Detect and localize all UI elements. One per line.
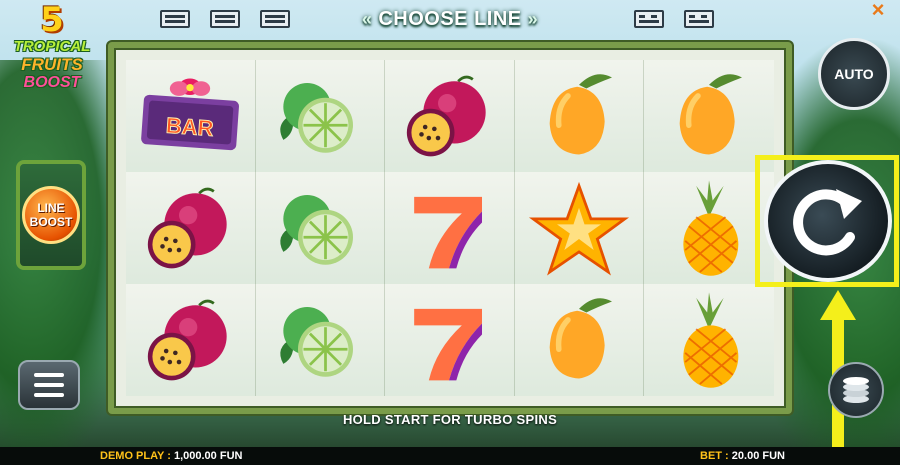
bar-symbol-icon: BAR bbox=[141, 77, 240, 150]
balance-value: 1,000.00 FUN bbox=[173, 450, 243, 462]
menu-button[interactable] bbox=[18, 360, 80, 410]
line-boost-badge: LINE BOOST bbox=[16, 160, 86, 270]
bar-symbol-label: BAR bbox=[165, 112, 214, 140]
reel-grid: BAR bbox=[126, 60, 774, 396]
seven-symbol-icon bbox=[414, 196, 483, 268]
pineapple-symbol-icon bbox=[683, 291, 739, 388]
coin-stack-icon bbox=[843, 377, 869, 403]
line-pattern-1-button[interactable] bbox=[160, 10, 190, 28]
line-pattern-2-button[interactable] bbox=[210, 10, 240, 28]
reel-frame: BAR bbox=[108, 42, 792, 414]
logo-line-1: TROPICAL bbox=[13, 38, 91, 55]
footer-bar: DEMO PLAY : 1,000.00 FUN BET : 20.00 FUN bbox=[0, 447, 900, 465]
mango-symbol-icon bbox=[679, 73, 743, 155]
autoplay-label: AUTO bbox=[834, 66, 874, 82]
reel-cell-bar: BAR bbox=[126, 60, 256, 172]
line-pattern-3-button[interactable] bbox=[260, 10, 290, 28]
autoplay-button[interactable]: AUTO bbox=[818, 38, 890, 110]
demo-play-label: DEMO PLAY : bbox=[100, 450, 171, 462]
bet-display: BET : 20.00 FUN bbox=[700, 450, 785, 462]
passion-fruit-symbol-icon bbox=[148, 299, 227, 380]
left-double-arrow-icon: « bbox=[361, 8, 373, 29]
reel-cell-seven bbox=[385, 172, 515, 284]
passion-fruit-symbol-icon bbox=[407, 75, 487, 156]
lime-symbol-icon bbox=[280, 194, 353, 265]
bet-label: BET : bbox=[700, 450, 729, 462]
lime-symbol-icon bbox=[280, 82, 353, 153]
reel-cell-passion-fruit bbox=[385, 60, 515, 172]
balance-display: DEMO PLAY : 1,000.00 FUN bbox=[100, 450, 242, 462]
reel-cell-lime bbox=[255, 172, 386, 284]
logo-line-2: FRUITS bbox=[21, 55, 83, 74]
reel-cell-pineapple bbox=[644, 284, 774, 396]
close-icon[interactable]: × bbox=[866, 0, 890, 22]
reel-cell-mango bbox=[514, 60, 645, 172]
right-double-arrow-icon: » bbox=[527, 8, 539, 29]
spin-arrow-icon bbox=[793, 189, 862, 256]
line-pattern-5-button[interactable] bbox=[684, 10, 714, 28]
mango-symbol-icon bbox=[549, 73, 613, 155]
pineapple-symbol-icon bbox=[683, 179, 739, 276]
line-boost-line1: LINE bbox=[37, 201, 65, 215]
seven-symbol-icon bbox=[414, 308, 483, 380]
hamburger-menu-icon bbox=[34, 373, 64, 377]
mango-symbol-icon bbox=[549, 297, 613, 379]
reel-cell-seven bbox=[385, 284, 515, 396]
turbo-hint: HOLD START FOR TURBO SPINS bbox=[342, 412, 558, 427]
spin-button[interactable] bbox=[764, 160, 892, 282]
choose-line-title: CHOOSE LINE bbox=[378, 7, 522, 30]
reel-cell-lime bbox=[255, 60, 386, 172]
logo-line-3: BOOST bbox=[23, 74, 81, 91]
game-logo: 5 TROPICAL FRUITS BOOST bbox=[6, 2, 98, 100]
bet-button[interactable] bbox=[828, 362, 884, 418]
lime-symbol-icon bbox=[280, 306, 353, 377]
line-pattern-4-button[interactable] bbox=[634, 10, 664, 28]
logo-number: 5 bbox=[40, 0, 64, 40]
choose-line-header[interactable]: « CHOOSE LINE » bbox=[330, 4, 570, 34]
star-fruit-symbol-icon bbox=[529, 181, 630, 275]
reel-cell-passion-fruit bbox=[126, 172, 256, 284]
reel-cell-passion-fruit bbox=[126, 284, 256, 396]
reel-cell-star-fruit bbox=[514, 172, 645, 284]
reel-cell-mango bbox=[514, 284, 645, 396]
bet-value: 20.00 FUN bbox=[731, 450, 785, 462]
line-boost-line2: BOOST bbox=[29, 215, 73, 229]
passion-fruit-symbol-icon bbox=[148, 187, 227, 268]
reel-cell-lime bbox=[255, 284, 386, 396]
